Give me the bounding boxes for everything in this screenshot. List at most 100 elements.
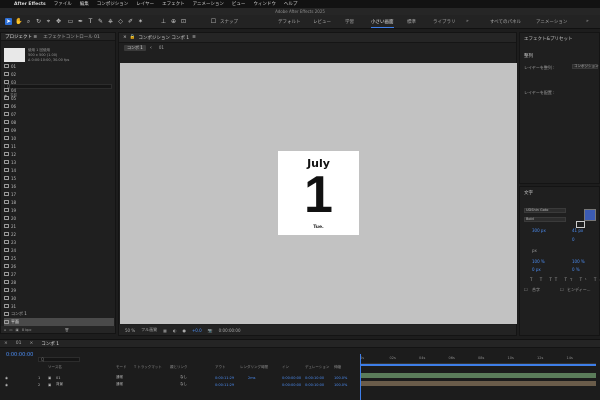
layer-duration-bar[interactable] — [360, 373, 596, 378]
project-list-item[interactable]: 26 — [4, 262, 114, 270]
font-style-dropdown[interactable]: Bold — [524, 217, 566, 222]
comp-tab-label[interactable]: コンポジション コンポ 1 — [138, 35, 189, 41]
col-track-matte[interactable]: T トラックマット — [134, 365, 162, 370]
workspace-overflow-button[interactable]: » — [466, 19, 469, 24]
project-list-item[interactable]: 18 — [4, 198, 114, 206]
layer-in[interactable]: 0:00:00:00 — [282, 376, 301, 380]
quality-dropdown[interactable]: フル画質 — [141, 327, 157, 333]
project-list-item[interactable]: 24 — [4, 246, 114, 254]
project-list-item[interactable]: 31 — [4, 302, 114, 310]
layer-stretch[interactable]: 100.0% — [334, 383, 347, 387]
close-icon[interactable]: × — [123, 35, 127, 40]
horizontal-scale-field[interactable]: 100 % — [572, 259, 585, 264]
current-time-display[interactable]: 0:00:00:00 — [219, 328, 241, 333]
camera-tool-icon[interactable]: ⌖ — [45, 18, 52, 25]
align-title[interactable]: 整列 — [524, 53, 533, 59]
exposure-value[interactable]: +0.0 — [192, 328, 202, 333]
close-icon[interactable]: × — [30, 341, 34, 346]
timeline-layer-row[interactable]: ◉ 2 ▣ 背景 通常 なし 0:00:11:29 0:00:00:00 0:0… — [0, 381, 358, 388]
project-list-item[interactable]: 12 — [4, 150, 114, 158]
pen-tool-icon[interactable]: ✒ — [77, 18, 84, 25]
roto-brush-tool-icon[interactable]: ✐ — [127, 18, 134, 25]
tab-project[interactable]: プロジェクト ≡ — [5, 34, 37, 40]
world-axis-icon[interactable]: ⊕ — [170, 18, 177, 25]
project-list-item[interactable]: 01 — [4, 62, 114, 70]
menu-edit[interactable]: 編集 — [80, 1, 89, 7]
playhead[interactable] — [360, 354, 361, 400]
pan-behind-tool-icon[interactable]: ✥ — [55, 18, 62, 25]
work-area-bar[interactable] — [360, 364, 596, 366]
workspace-tab-all-panels[interactable]: すべてのパネル — [490, 19, 521, 25]
project-list-item[interactable]: 13 — [4, 158, 114, 166]
timeline-tab-01[interactable]: 01 — [16, 341, 22, 346]
snap-label[interactable]: スナップ — [220, 19, 238, 25]
layer-mode[interactable]: 通常 — [116, 382, 123, 387]
layer-duration[interactable]: 0:00:10:00 — [305, 383, 324, 387]
project-list-item[interactable]: 04 — [4, 86, 114, 94]
menu-window[interactable]: ウィンドウ — [253, 1, 276, 7]
layer-out[interactable]: 0:00:11:29 — [215, 376, 234, 380]
workspace-tab-standard[interactable]: 標準 — [407, 19, 416, 25]
new-comp-icon[interactable]: ▣ — [16, 328, 19, 332]
text-style-buttons[interactable]: T T TT Tт T¹ T₁ — [530, 277, 600, 282]
layer-duration-bar[interactable] — [360, 381, 596, 386]
project-list-item[interactable]: 23 — [4, 238, 114, 246]
snap-checkbox-icon[interactable]: ☐ — [210, 18, 217, 25]
trash-icon[interactable]: 🗑 — [65, 328, 69, 332]
layer-name[interactable]: 背景 — [56, 382, 63, 387]
col-source-name[interactable]: ソース名 — [48, 365, 62, 370]
ligatures-checkbox-icon[interactable]: ☐ — [524, 287, 528, 292]
project-list-item[interactable]: 10 — [4, 134, 114, 142]
puppet-tool-icon[interactable]: ✶ — [137, 18, 144, 25]
hand-tool-icon[interactable]: ✋ — [15, 18, 22, 25]
timeline-tab-comp1[interactable]: コンポ 1 — [41, 341, 59, 347]
tsume-field[interactable]: 0 % — [572, 267, 580, 272]
col-stretch[interactable]: 伸縮 — [334, 365, 341, 370]
breadcrumb-comp[interactable]: コンポ 1 — [124, 44, 146, 51]
local-axis-icon[interactable]: ⊥ — [160, 18, 167, 25]
breadcrumb-layer[interactable]: 01 — [156, 45, 167, 51]
layer-mode[interactable]: 通常 — [116, 375, 123, 380]
bpc-label[interactable]: 8 bpc — [22, 328, 32, 332]
layer-stretch[interactable]: 100.0% — [334, 376, 347, 380]
clone-stamp-tool-icon[interactable]: ⎈ — [107, 18, 114, 25]
zoom-tool-icon[interactable]: ⌕ — [25, 18, 32, 25]
layer-parent[interactable]: なし — [180, 375, 187, 380]
tracking-field[interactable]: 0 — [572, 237, 575, 242]
timeline-current-time[interactable]: 0:00:00:00 — [6, 352, 33, 358]
tab-effect-controls[interactable]: エフェクトコントロール 01 — [43, 34, 100, 40]
project-list-item[interactable]: 09 — [4, 126, 114, 134]
font-size-field[interactable]: 300 px — [532, 228, 546, 233]
project-list-item[interactable]: 21 — [4, 222, 114, 230]
align-to-dropdown[interactable]: コンポジション — [572, 64, 599, 69]
character-title[interactable]: 文字 — [524, 190, 533, 196]
col-out[interactable]: アウト — [215, 365, 226, 370]
menu-layer[interactable]: レイヤー — [136, 1, 154, 7]
type-tool-icon[interactable]: T — [87, 18, 94, 25]
time-ruler[interactable]: 0s 02s 04s 06s 08s 10s 12s 14s — [360, 354, 596, 364]
workspace-tab-library[interactable]: ライブラリ — [433, 19, 456, 25]
layer-name[interactable]: 01 — [56, 376, 60, 380]
col-in[interactable]: イン — [282, 365, 289, 370]
project-list-item[interactable]: 03 — [4, 78, 114, 86]
project-list-item[interactable]: 08 — [4, 118, 114, 126]
project-list-item[interactable]: 27 — [4, 270, 114, 278]
stroke-color-swatch[interactable] — [576, 221, 585, 228]
project-list-item[interactable]: 20 — [4, 214, 114, 222]
project-list-item[interactable]: 平面 — [4, 318, 114, 326]
stroke-unit[interactable]: px — [532, 248, 537, 253]
layer-in[interactable]: 0:00:00:00 — [282, 383, 301, 387]
grid-toggle-icon[interactable]: ▦ — [163, 328, 167, 333]
layer-duration[interactable]: 0:00:10:00 — [305, 376, 324, 380]
interpret-footage-icon[interactable]: ⌂ — [4, 328, 6, 332]
zoom-dropdown[interactable]: 50 % — [125, 328, 135, 333]
brush-tool-icon[interactable]: ✎ — [97, 18, 104, 25]
mask-toggle-icon[interactable]: ◐ — [173, 328, 177, 333]
fill-color-swatch[interactable] — [584, 209, 596, 221]
project-list-item[interactable]: コンポ 1 — [4, 310, 114, 318]
layer-parent[interactable]: なし — [180, 382, 187, 387]
workspace-tab-small-screen[interactable]: 小さい画面 — [371, 19, 394, 28]
project-list-item[interactable]: 06 — [4, 102, 114, 110]
project-list-item[interactable]: 25 — [4, 254, 114, 262]
visibility-eye-icon[interactable]: ◉ — [5, 376, 8, 380]
